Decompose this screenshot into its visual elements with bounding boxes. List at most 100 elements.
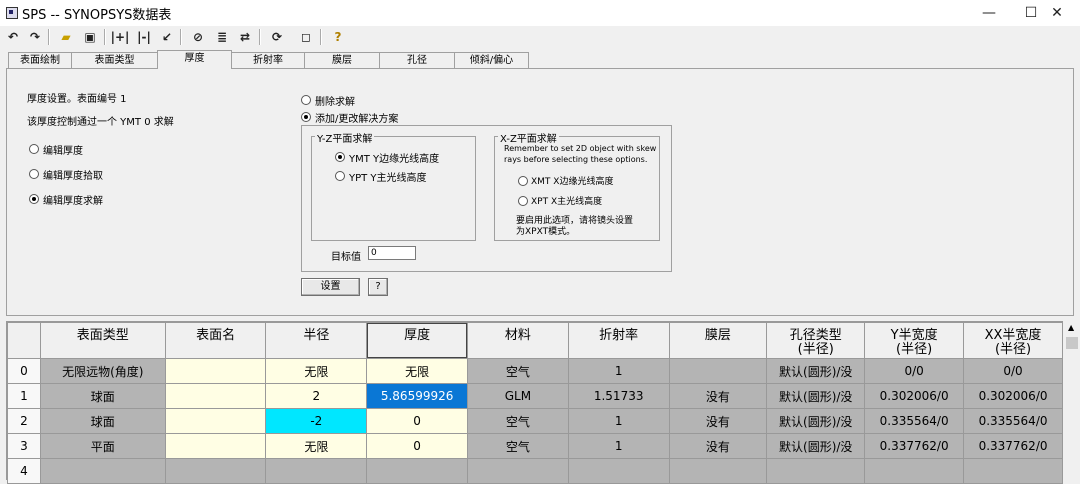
cell-coating[interactable]: 没有 xyxy=(668,383,768,409)
cell-coating[interactable] xyxy=(668,458,768,484)
cell-radius[interactable]: 无限 xyxy=(265,433,368,459)
cell-aperture-type[interactable]: 默认(圆形)/没 xyxy=(766,433,866,459)
tab-thickness[interactable]: 厚度 xyxy=(157,50,232,69)
cell-surface-type[interactable] xyxy=(39,458,166,484)
close-button[interactable]: ✕ xyxy=(1034,0,1080,26)
cell-surface-name[interactable] xyxy=(164,408,267,434)
radio-ypt[interactable] xyxy=(335,171,345,181)
cell-coating[interactable] xyxy=(668,358,768,384)
redo-icon[interactable]: ↷ xyxy=(25,27,45,47)
refresh-icon[interactable]: ⟳ xyxy=(267,27,287,47)
radio-edit-thickness-solve[interactable] xyxy=(29,194,39,204)
corner-cell[interactable] xyxy=(7,322,41,359)
column-header-thickness[interactable]: 厚度 xyxy=(366,322,469,359)
scroll-thumb[interactable] xyxy=(1066,337,1078,349)
column-header-x-semi-width[interactable]: XX半宽度 (半径) xyxy=(963,322,1063,359)
open-folder-icon[interactable]: ▰ xyxy=(56,27,76,47)
cell-thickness[interactable]: 0 xyxy=(366,433,469,459)
cell-x-semi-width[interactable]: 0.302006/0 xyxy=(963,383,1063,409)
cell-material[interactable]: 空气 xyxy=(467,433,569,459)
cell-surface-type[interactable]: 无限远物(角度) xyxy=(39,358,166,384)
cell-surface-type[interactable]: 球面 xyxy=(39,408,166,434)
row-number[interactable]: 3 xyxy=(7,433,41,459)
column-header-index[interactable]: 折射率 xyxy=(567,322,670,359)
cell-thickness[interactable] xyxy=(366,458,469,484)
column-header-radius[interactable]: 半径 xyxy=(265,322,368,359)
row-number[interactable]: 2 xyxy=(7,408,41,434)
cell-surface-name[interactable] xyxy=(164,358,267,384)
vertical-scrollbar[interactable]: ▲ xyxy=(1064,321,1080,479)
cell-material[interactable]: 空气 xyxy=(467,358,569,384)
cell-aperture-type[interactable]: 默认(圆形)/没 xyxy=(766,358,866,384)
cell-radius-solve[interactable]: -2 xyxy=(265,408,368,434)
cell-aperture-type[interactable]: 默认(圆形)/没 xyxy=(766,408,866,434)
cell-radius[interactable] xyxy=(265,458,368,484)
eraser-icon[interactable]: ⊘ xyxy=(188,27,208,47)
radio-edit-thickness[interactable] xyxy=(29,144,39,154)
radio-xpt[interactable] xyxy=(518,196,528,206)
cell-thickness-selected[interactable]: 5.86599926 xyxy=(366,383,469,409)
cell-index[interactable]: 1 xyxy=(567,358,670,384)
cell-y-semi-width[interactable]: 0.337762/0 xyxy=(864,433,965,459)
help-icon[interactable]: ? xyxy=(328,27,348,47)
cell-x-semi-width[interactable] xyxy=(963,458,1063,484)
tab-surface-type[interactable]: 表面类型 xyxy=(71,52,158,68)
radio-ymt[interactable] xyxy=(335,152,345,162)
cell-y-semi-width[interactable]: 0/0 xyxy=(864,358,965,384)
radio-edit-thickness-pickup[interactable] xyxy=(29,169,39,179)
target-value-input[interactable]: 0 xyxy=(368,246,416,260)
cell-material[interactable]: 空气 xyxy=(467,408,569,434)
tab-refractive-index[interactable]: 折射率 xyxy=(231,52,305,68)
tab-surface-draw[interactable]: 表面绘制 xyxy=(8,52,72,68)
radio-add-change-solve[interactable] xyxy=(301,112,311,122)
cell-index[interactable]: 1.51733 xyxy=(567,383,670,409)
list-icon[interactable]: ≣ xyxy=(212,27,232,47)
tab-coating[interactable]: 膜层 xyxy=(304,52,380,68)
window-icon[interactable]: ◻ xyxy=(296,27,316,47)
pointer-icon[interactable]: ↙ xyxy=(157,27,177,47)
column-header-aperture-type[interactable]: 孔径类型 (半径) xyxy=(766,322,866,359)
tab-tilt-decenter[interactable]: 倾斜/偏心 xyxy=(454,52,529,68)
help-button[interactable]: ? xyxy=(368,278,388,296)
delete-surface-icon[interactable]: |-| xyxy=(134,27,154,47)
column-header-surface-name[interactable]: 表面名 xyxy=(164,322,267,359)
swap-icon[interactable]: ⇄ xyxy=(235,27,255,47)
cell-radius[interactable]: 无限 xyxy=(265,358,368,384)
cell-y-semi-width[interactable]: 0.335564/0 xyxy=(864,408,965,434)
cell-index[interactable] xyxy=(567,458,670,484)
insert-surface-icon[interactable]: |+| xyxy=(110,27,130,47)
cell-surface-name[interactable] xyxy=(164,433,267,459)
cell-y-semi-width[interactable]: 0.302006/0 xyxy=(864,383,965,409)
cell-coating[interactable]: 没有 xyxy=(668,433,768,459)
cell-aperture-type[interactable]: 默认(圆形)/没 xyxy=(766,383,866,409)
row-number[interactable]: 0 xyxy=(7,358,41,384)
cell-x-semi-width[interactable]: 0.335564/0 xyxy=(963,408,1063,434)
cell-x-semi-width[interactable]: 0/0 xyxy=(963,358,1063,384)
column-header-coating[interactable]: 膜层 xyxy=(668,322,768,359)
column-header-surface-type[interactable]: 表面类型 xyxy=(39,322,166,359)
column-header-y-semi-width[interactable]: Y半宽度 (半径) xyxy=(864,322,965,359)
cell-index[interactable]: 1 xyxy=(567,433,670,459)
row-number[interactable]: 4 xyxy=(7,458,41,484)
cell-radius[interactable]: 2 xyxy=(265,383,368,409)
minimize-button[interactable]: — xyxy=(966,0,1012,26)
cell-material[interactable] xyxy=(467,458,569,484)
cell-thickness[interactable]: 0 xyxy=(366,408,469,434)
tab-aperture[interactable]: 孔径 xyxy=(379,52,455,68)
cell-x-semi-width[interactable]: 0.337762/0 xyxy=(963,433,1063,459)
cell-coating[interactable]: 没有 xyxy=(668,408,768,434)
cell-material[interactable]: GLM xyxy=(467,383,569,409)
radio-xmt[interactable] xyxy=(518,176,528,186)
scroll-up-icon[interactable]: ▲ xyxy=(1068,323,1074,332)
row-number[interactable]: 1 xyxy=(7,383,41,409)
cell-surface-type[interactable]: 平面 xyxy=(39,433,166,459)
cell-aperture-type[interactable] xyxy=(766,458,866,484)
cell-surface-name[interactable] xyxy=(164,383,267,409)
cell-surface-type[interactable]: 球面 xyxy=(39,383,166,409)
cell-surface-name[interactable] xyxy=(164,458,267,484)
cell-thickness[interactable]: 无限 xyxy=(366,358,469,384)
column-header-material[interactable]: 材料 xyxy=(467,322,569,359)
undo-icon[interactable]: ↶ xyxy=(3,27,23,47)
cell-y-semi-width[interactable] xyxy=(864,458,965,484)
radio-delete-solve[interactable] xyxy=(301,95,311,105)
